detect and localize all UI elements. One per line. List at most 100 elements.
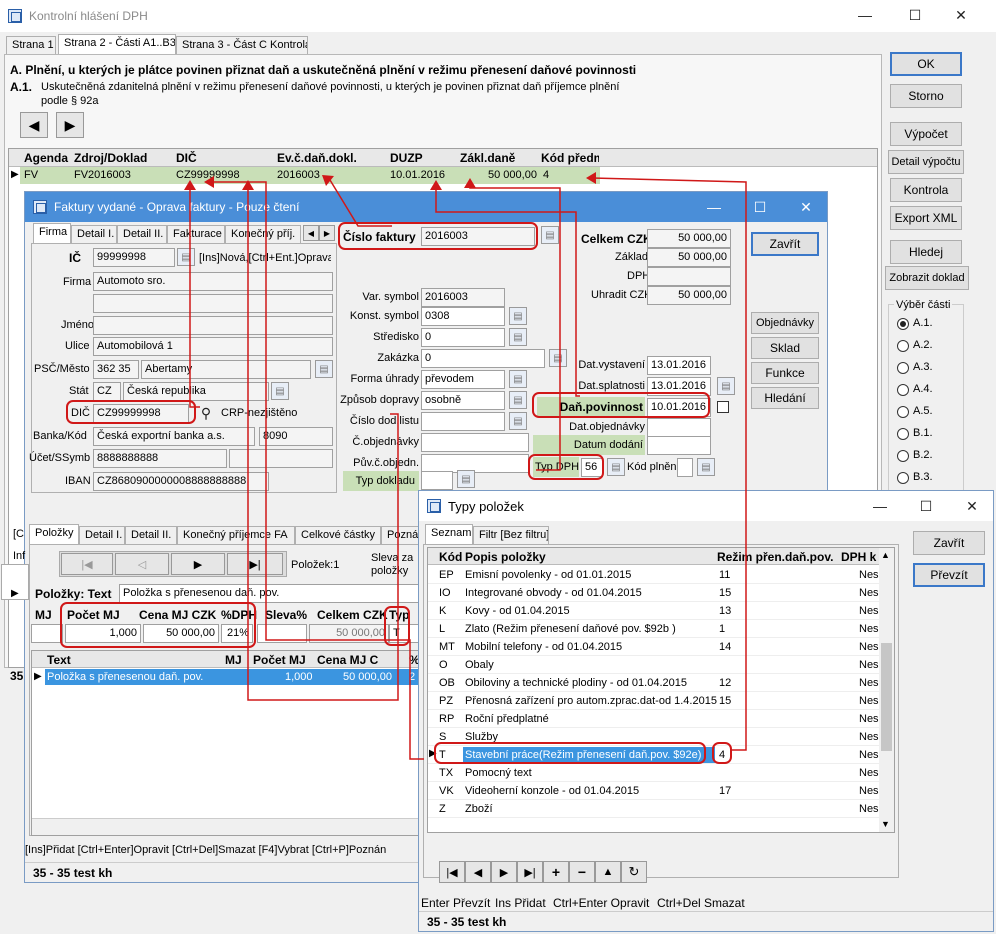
dat-objednavky-field[interactable] [647,418,711,437]
sklad-button[interactable]: Sklad [751,337,819,359]
tab-konecny[interactable]: Konečný příj. [225,225,301,243]
datum-dodani-field[interactable] [647,436,711,455]
col-kod[interactable]: Kód předm [541,151,599,165]
tab-detail-1[interactable]: Detail I. [71,225,117,243]
konst-symbol-field[interactable]: 0308 [421,307,505,326]
forma-uhrady-field[interactable]: převodem [421,370,505,389]
radio-a4[interactable] [897,384,909,396]
stat-lookup-icon[interactable]: ▤ [271,382,289,400]
banka-field[interactable]: Česká exportní banka a.s. [93,427,255,446]
tab-seznam[interactable]: Seznam [425,524,473,544]
konst-lookup-icon[interactable]: ▤ [509,307,527,325]
tab-firma[interactable]: Firma [33,223,71,243]
banka-kod-field[interactable]: 8090 [259,427,333,446]
zpusob-dopravy-field[interactable]: osobně [421,391,505,410]
vypocet-button[interactable]: Výpočet [890,122,962,146]
maximize-button[interactable]: ☐ [892,0,938,30]
types-col-popis[interactable]: Popis položky [465,550,546,564]
types-first-button[interactable]: |◀ [439,861,465,883]
col-agenda[interactable]: Agenda [24,151,68,165]
tab-lower-detail-1[interactable]: Detail I. [79,526,125,544]
detail-vypoctu-button[interactable]: Detail výpočtu [888,150,964,174]
ulice-field[interactable]: Automobilová 1 [93,337,333,356]
ic-field[interactable]: 99999998 [93,248,175,267]
col-evc[interactable]: Ev.č.daň.dokl. [277,151,357,165]
typ-dph-lookup-icon[interactable]: ▤ [607,458,625,476]
stredisko-lookup-icon[interactable]: ▤ [509,328,527,346]
invoice-minimize-button[interactable]: — [691,192,737,222]
tab-strana-3[interactable]: Strana 3 - Část C Kontrola [176,36,308,54]
types-col-rezim[interactable]: Režim přen.daň.pov. [717,550,833,564]
splatnost-lookup-icon[interactable]: ▤ [717,377,735,395]
cislo-dod-listu-field[interactable] [421,412,505,431]
radio-a5[interactable] [897,406,909,418]
types-next-button[interactable]: ▶ [491,861,517,883]
objednavky-button[interactable]: Objednávky [751,312,819,334]
cislo-objednavky-field[interactable] [421,433,529,452]
hledej-button[interactable]: Hledej [890,240,962,264]
types-refresh-icon[interactable]: ↻ [621,861,647,883]
firma-field[interactable]: Automoto sro. [93,272,333,291]
stat-code-field[interactable]: CZ [93,382,121,401]
tab-konecny-prijemce[interactable]: Konečný příjemce FA [177,526,295,544]
col-dic[interactable]: DIČ [176,151,197,165]
item-sleva-field[interactable] [257,624,307,643]
tab-strana-1[interactable]: Strana 1 [6,36,56,54]
kontrola-button[interactable]: Kontrola [890,178,962,202]
types-row[interactable] [428,656,879,674]
forma-lookup-icon[interactable]: ▤ [509,370,527,388]
types-maximize-button[interactable]: ☐ [903,491,949,521]
kod-plneni-lookup-icon[interactable]: ▤ [697,458,715,476]
radio-a2[interactable] [897,340,909,352]
list-hscroll[interactable] [32,818,420,835]
tab-fakturace[interactable]: Fakturace [167,225,225,243]
nav-next-button[interactable]: ▶ [171,553,225,575]
mesto-field[interactable]: Abertamy [141,360,311,379]
firma-field-2[interactable] [93,294,333,313]
tab-lower-detail-2[interactable]: Detail II. [125,526,177,544]
types-row[interactable] [428,800,879,818]
stredisko-field[interactable]: 0 [421,328,505,347]
types-col-kod[interactable]: Kód [439,550,462,564]
invoice-zavrit-button[interactable]: Zavřít [751,232,819,256]
types-vscroll-up-icon[interactable]: ▲ [881,550,890,560]
zpusob-lookup-icon[interactable]: ▤ [509,391,527,409]
tab-celkove-castky[interactable]: Celkové částky [295,526,381,544]
nav-last-button[interactable]: ▶| [227,553,283,575]
radio-a1[interactable] [897,318,909,330]
types-remove-icon[interactable]: − [569,861,595,883]
types-add-icon[interactable]: + [543,861,569,883]
cislo-lookup-icon[interactable]: ▤ [541,226,559,244]
funkce-button[interactable]: Funkce [751,362,819,384]
types-minimize-button[interactable]: — [857,491,903,521]
export-xml-button[interactable]: Export XML [890,206,962,230]
types-vscroll-down-icon[interactable]: ▼ [881,819,890,829]
nav-prev-button[interactable]: ◁ [115,553,169,575]
ok-button[interactable]: OK [890,52,962,76]
kod-plneni-field[interactable] [677,458,693,477]
ic-lookup-icon[interactable]: ▤ [177,248,195,266]
types-col-dph[interactable]: DPH k [841,550,879,564]
storno-button[interactable]: Storno [890,84,962,108]
ssymb-field[interactable] [229,449,333,468]
item-mj-field[interactable] [31,624,63,643]
tab-poznamky[interactable]: Poznán [381,526,421,544]
close-button[interactable]: ✕ [938,0,984,30]
radio-b3[interactable] [897,472,909,484]
mesto-lookup-icon[interactable]: ▤ [315,360,333,378]
iban-field[interactable]: CZ8680900000008888888888 [93,472,269,491]
hledani-button[interactable]: Hledání [751,387,819,409]
zakazka-field[interactable]: 0 [421,349,545,368]
psc-field[interactable]: 362 35 [93,360,139,379]
tab-scroll-left[interactable]: ◀ [303,225,319,241]
ucet-field[interactable]: 8888888888 [93,449,227,468]
invoice-maximize-button[interactable]: ☐ [737,192,783,222]
stat-field[interactable]: Česká republika [123,382,269,401]
prev-page-button[interactable]: ◀ [20,112,48,138]
types-last-button[interactable]: ▶| [517,861,543,883]
tab-detail-2[interactable]: Detail II. [117,225,167,243]
dic-search-icon[interactable]: ⚲ [197,404,215,422]
col-zaklad[interactable]: Zákl.daně [460,151,515,165]
invoice-close-button[interactable]: ✕ [783,192,829,222]
var-symbol-field[interactable]: 2016003 [421,288,505,307]
